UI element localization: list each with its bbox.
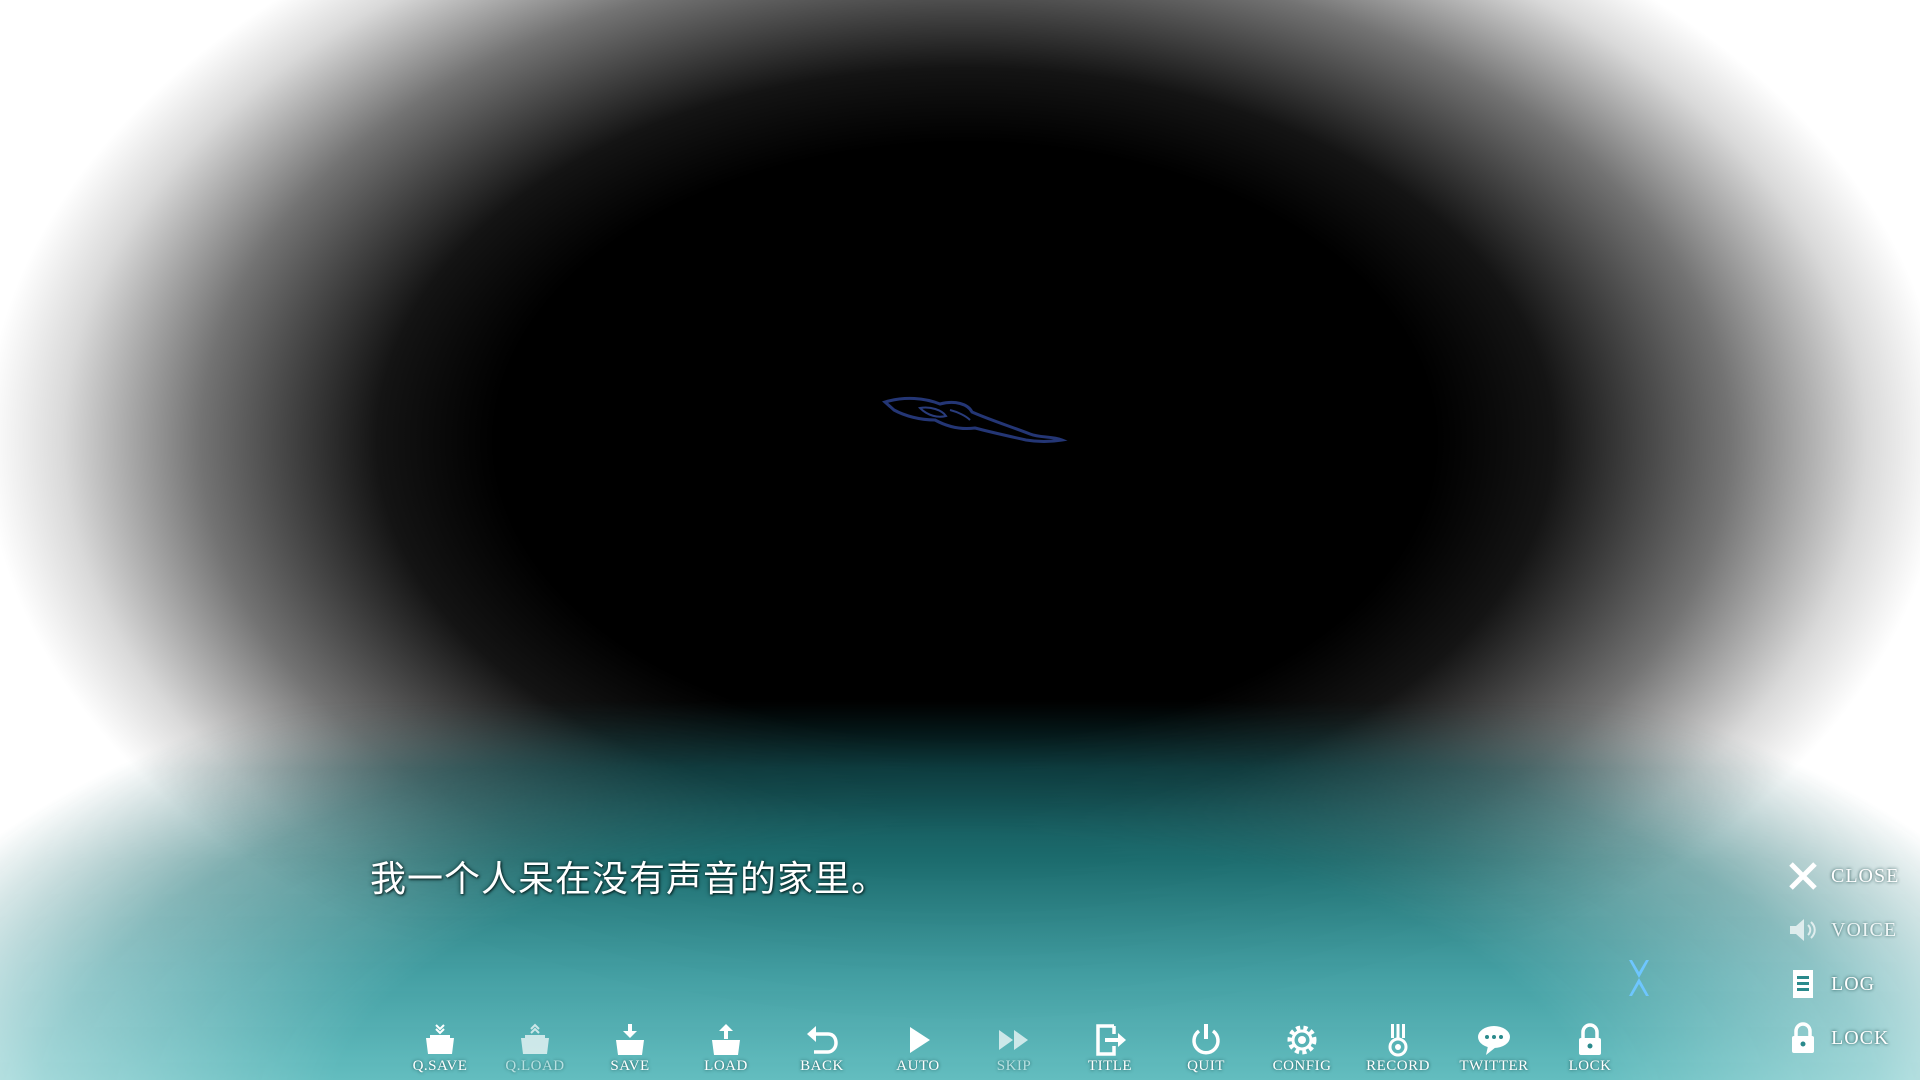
- save-icon: [616, 1024, 644, 1055]
- back-icon: [807, 1026, 838, 1054]
- lock-label: LOCK: [1568, 1058, 1612, 1074]
- save-label: SAVE: [610, 1058, 650, 1074]
- load-icon: [712, 1024, 740, 1055]
- qsave-icon: [426, 1024, 454, 1054]
- log-button[interactable]: LOG: [1785, 964, 1905, 1004]
- gear-icon: [1287, 1025, 1317, 1055]
- quick-menu-toolbar: Q.SAVE Q.LOAD SAVE LOAD BACK AUTO SKIP T…: [396, 1018, 1626, 1080]
- record-button[interactable]: RECORD: [1354, 1018, 1442, 1080]
- game-screen[interactable]: 我一个人呆在没有声音的家里。 Q.SAVE Q.LOAD SAVE LOAD B…: [0, 0, 1920, 1080]
- qload-button[interactable]: Q.LOAD: [491, 1018, 579, 1080]
- quit-button[interactable]: QUIT: [1162, 1018, 1250, 1080]
- lock-button[interactable]: LOCK: [1546, 1018, 1634, 1080]
- medal-icon: [1388, 1024, 1408, 1057]
- next-page-indicator-icon: [1629, 960, 1649, 996]
- close-button[interactable]: CLOSE: [1785, 856, 1905, 896]
- save-button[interactable]: SAVE: [586, 1018, 674, 1080]
- title-button[interactable]: TITLE: [1066, 1018, 1154, 1080]
- padlock-icon: [1792, 1022, 1814, 1053]
- dialogue-text: 我一个人呆在没有声音的家里。: [370, 859, 889, 900]
- power-icon: [1192, 1024, 1220, 1055]
- padlock-icon: [1579, 1023, 1601, 1055]
- qsave-button[interactable]: Q.SAVE: [396, 1018, 484, 1080]
- record-label: RECORD: [1366, 1058, 1430, 1074]
- speaker-icon: [1790, 919, 1816, 941]
- close-label: CLOSE: [1831, 865, 1900, 887]
- voice-label: VOICE: [1831, 919, 1898, 941]
- log-label: LOG: [1831, 973, 1876, 995]
- close-icon: [1789, 862, 1817, 890]
- speech-bubble-icon: [1478, 1026, 1510, 1055]
- skip-button[interactable]: SKIP: [970, 1018, 1058, 1080]
- auto-label: AUTO: [896, 1058, 940, 1074]
- qsave-label: Q.SAVE: [412, 1058, 468, 1074]
- qload-icon: [521, 1023, 549, 1054]
- side-lock-button[interactable]: LOCK: [1785, 1018, 1905, 1058]
- load-button[interactable]: LOAD: [682, 1018, 770, 1080]
- qload-label: Q.LOAD: [505, 1058, 565, 1074]
- log-list-icon: [1793, 970, 1813, 998]
- skip-label: SKIP: [996, 1058, 1032, 1074]
- side-lock-label: LOCK: [1831, 1027, 1890, 1049]
- back-button[interactable]: BACK: [778, 1018, 866, 1080]
- quit-label: QUIT: [1187, 1058, 1225, 1074]
- voice-button[interactable]: VOICE: [1785, 910, 1905, 950]
- twitter-button[interactable]: TWITTER: [1450, 1018, 1538, 1080]
- config-label: CONFIG: [1272, 1058, 1332, 1074]
- bird-silhouette-image: [881, 396, 1068, 443]
- back-label: BACK: [800, 1058, 844, 1074]
- auto-button[interactable]: AUTO: [874, 1018, 962, 1080]
- config-button[interactable]: CONFIG: [1258, 1018, 1346, 1080]
- twitter-label: TWITTER: [1459, 1058, 1529, 1074]
- load-label: LOAD: [704, 1058, 748, 1074]
- play-icon: [910, 1027, 930, 1053]
- exit-to-title-icon: [1096, 1024, 1126, 1056]
- fast-forward-icon: [999, 1030, 1028, 1050]
- title-label: TITLE: [1087, 1058, 1133, 1074]
